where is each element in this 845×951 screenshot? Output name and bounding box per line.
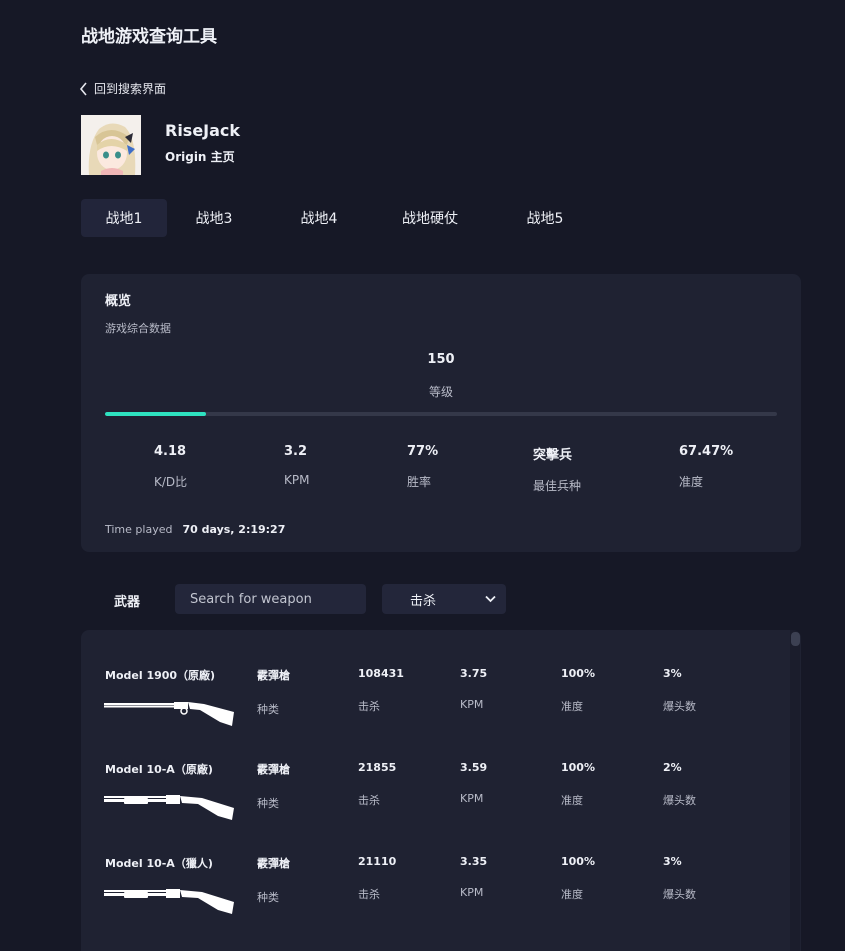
weapon-accuracy: 100% 准度 <box>561 855 595 902</box>
weapon-kpm-label: KPM <box>460 886 484 899</box>
weapons-section-label: 武器 <box>114 595 141 610</box>
weapon-headshots-label: 爆头数 <box>663 794 696 807</box>
weapon-headshots-value: 3% <box>663 855 682 868</box>
stat-label: K/D比 <box>154 475 188 489</box>
level-progress-fill <box>105 412 206 416</box>
app-title: 战地游戏查询工具 <box>81 27 217 47</box>
weapon-row[interactable]: Model 10-A（原廠) 霰彈槍 种类 21855 击杀 3.59 KPM … <box>81 724 781 820</box>
weapon-search-input[interactable] <box>175 584 366 614</box>
time-played: Time played 70 days, 2:19:27 <box>105 523 285 536</box>
stat-label: 胜率 <box>407 475 432 489</box>
weapon-type-value: 霰彈槍 <box>257 763 290 776</box>
weapon-type-value: 霰彈槍 <box>257 669 290 682</box>
tab-bf-hardline[interactable]: 战地硬仗 <box>377 199 483 237</box>
stat-kpm: 3.2 KPM <box>284 444 309 487</box>
weapon-kills: 21855 击杀 <box>358 761 396 808</box>
weapon-kpm-value: 3.75 <box>460 667 488 680</box>
weapon-kpm-value: 3.59 <box>460 761 488 774</box>
weapon-headshots-value: 2% <box>663 761 682 774</box>
weapon-row[interactable]: Model 10-A（獵人) 霰彈槍 种类 21110 击杀 3.35 KPM … <box>81 818 781 914</box>
tab-bf3[interactable]: 战地3 <box>167 199 261 237</box>
stat-kd: 4.18 K/D比 <box>154 444 187 490</box>
game-tabs: 战地1 战地3 战地4 战地硬仗 战地5 <box>81 199 607 237</box>
stat-value: 4.18 <box>154 444 187 459</box>
stat-label: 最佳兵种 <box>533 479 582 493</box>
pump-shotgun-icon <box>104 889 234 914</box>
weapon-type: 霰彈槍 种类 <box>257 855 290 905</box>
weapon-list-scrollbar[interactable] <box>790 630 800 951</box>
weapon-type-label: 种类 <box>257 703 279 716</box>
overview-subtitle: 游戏综合数据 <box>105 322 171 335</box>
overview-card: 概览 游戏综合数据 150 等级 4.18 K/D比 3.2 KPM 77% 胜… <box>81 274 801 552</box>
weapon-accuracy-value: 100% <box>561 667 595 680</box>
weapon-headshots: 3% 爆头数 <box>663 667 696 714</box>
weapon-accuracy-label: 准度 <box>561 794 583 807</box>
weapon-name: Model 10-A（原廠) <box>105 763 213 776</box>
weapon-headshots-label: 爆头数 <box>663 700 696 713</box>
weapon-kpm-label: KPM <box>460 698 484 711</box>
weapon-kills-value: 21855 <box>358 761 397 774</box>
weapon-headshots-label: 爆头数 <box>663 888 696 901</box>
weapon-type-label: 种类 <box>257 797 279 810</box>
tab-bf4[interactable]: 战地4 <box>261 199 377 237</box>
weapon-kills: 108431 击杀 <box>358 667 404 714</box>
weapon-row[interactable]: Model 1900（原廠) 霰彈槍 种类 108431 击杀 3.75 KPM… <box>81 630 781 726</box>
weapon-sort-select[interactable]: 击杀 <box>382 584 506 614</box>
weapon-kills-label: 击杀 <box>358 794 380 807</box>
weapon-type: 霰彈槍 种类 <box>257 761 290 811</box>
weapon-kpm: 3.59 KPM <box>460 761 487 805</box>
weapon-name: Model 10-A（獵人) <box>105 857 213 870</box>
weapon-kills: 21110 击杀 <box>358 855 396 902</box>
weapon-headshots: 2% 爆头数 <box>663 761 696 808</box>
stat-value: 突擊兵 <box>533 448 573 463</box>
weapon-kills-value: 21110 <box>358 855 397 868</box>
weapon-type-value: 霰彈槍 <box>257 857 290 870</box>
weapon-kills-label: 击杀 <box>358 700 380 713</box>
time-played-label: Time played <box>105 523 173 536</box>
weapon-accuracy-value: 100% <box>561 855 595 868</box>
weapon-kills-label: 击杀 <box>358 888 380 901</box>
avatar <box>81 115 141 175</box>
weapon-list: Model 1900（原廠) 霰彈槍 种类 108431 击杀 3.75 KPM… <box>81 630 801 951</box>
scrollbar-thumb[interactable] <box>791 632 800 646</box>
weapon-accuracy: 100% 准度 <box>561 761 595 808</box>
level-label: 等级 <box>428 385 453 399</box>
weapon-type: 霰彈槍 种类 <box>257 667 290 717</box>
chevron-down-icon <box>485 595 496 603</box>
stat-value: 77% <box>407 444 439 459</box>
weapon-kills-value: 108431 <box>358 667 404 680</box>
back-to-search-link[interactable]: 回到搜索界面 <box>79 80 166 97</box>
stat-best-class: 突擊兵 最佳兵种 <box>533 444 581 494</box>
stat-value: 67.47% <box>679 444 734 459</box>
weapon-headshots-value: 3% <box>663 667 682 680</box>
stat-value: 3.2 <box>284 444 308 459</box>
overview-title: 概览 <box>105 294 132 309</box>
sort-select-value: 击杀 <box>410 593 437 609</box>
profile-name: RiseJack <box>165 121 241 140</box>
tab-bf5[interactable]: 战地5 <box>483 199 607 237</box>
weapon-accuracy-value: 100% <box>561 761 595 774</box>
tab-bf1[interactable]: 战地1 <box>81 199 167 237</box>
weapon-type-label: 种类 <box>257 891 279 904</box>
stat-win-rate: 77% 胜率 <box>407 444 438 490</box>
weapon-accuracy: 100% 准度 <box>561 667 595 714</box>
weapon-accuracy-label: 准度 <box>561 888 583 901</box>
origin-profile-link[interactable]: Origin 主页 <box>165 148 235 165</box>
stat-label: 准度 <box>679 475 704 489</box>
weapon-kpm-value: 3.35 <box>460 855 488 868</box>
weapon-kpm: 3.75 KPM <box>460 667 487 711</box>
weapon-kpm: 3.35 KPM <box>460 855 487 899</box>
chevron-left-icon <box>79 81 87 96</box>
stat-accuracy: 67.47% 准度 <box>679 444 733 490</box>
level-value: 150 <box>427 352 455 367</box>
weapon-name: Model 1900（原廠) <box>105 669 216 682</box>
time-played-value: 70 days, 2:19:27 <box>182 523 286 536</box>
weapon-kpm-label: KPM <box>460 792 484 805</box>
back-link-label: 回到搜索界面 <box>94 82 167 96</box>
stat-label: KPM <box>284 473 310 487</box>
weapon-accuracy-label: 准度 <box>561 700 583 713</box>
level-progress-bar <box>105 412 777 416</box>
weapon-headshots: 3% 爆头数 <box>663 855 696 902</box>
